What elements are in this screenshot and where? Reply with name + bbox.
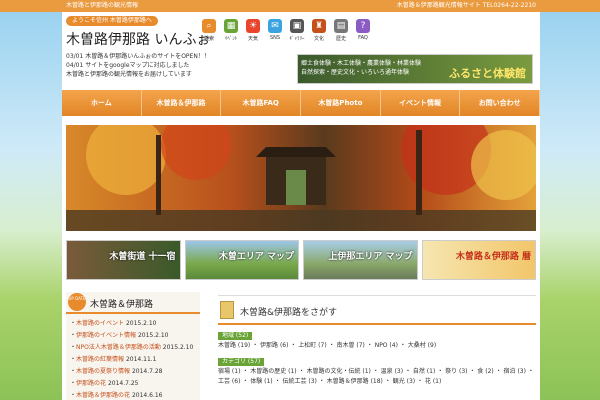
icon-label: 天気 [247,36,258,42]
category-region: 地域 (52) 木曽路 (19) ・ 伊那路 (6) ・ 上松町 (7) ・ 南… [218,331,536,351]
update-link[interactable]: 木曽路＆伊那路の花 [76,392,130,399]
banner-title: ふるさと体験館 [449,67,526,80]
update-sidebar: UP DATE 木曽路＆伊那路 ・木曽路のイベント 2015.2.10 ・伊那路の… [66,292,200,400]
top-bar-left: 木曽路と伊那路の観光情報 [66,2,139,9]
icon-link-4[interactable]: ▣ ｷﾞｬﾗﾘｰ [286,19,308,42]
update-link[interactable]: 木曽路の紅葉情報 [76,356,124,363]
icon-link-0[interactable]: ⌕ 検索 [198,19,220,42]
category-items[interactable]: 宿場 (1) ・ 木曽路の歴史 (1) ・ 木曽路の文化・伝統 (1) ・ 温泉… [218,367,536,387]
site-logo[interactable]: 木曽路伊那路 いんふぉ [66,29,210,49]
icon-label: 検索 [203,36,214,42]
culture-icon: ♜ [312,19,326,33]
map-icon [220,301,234,319]
update-link[interactable]: 木曽路のイベント [76,320,124,327]
update-link[interactable]: 伊那路のイベント情報 [76,332,136,339]
update-date: 2014.11.1 [125,356,157,363]
update-date: 2015.2.10 [137,332,169,339]
search-title: 木曽路&伊那路をさがす [240,308,338,318]
update-item: ・木曽路の夏祭り情報 2014.7.28 [70,368,163,375]
top-bar: 木曽路と伊那路の観光情報 木曽路＆伊那路観光情報サイト TEL0264-22-2… [0,0,600,12]
icon-link-2[interactable]: ☀ 天気 [242,19,264,42]
update-date: 2014.6.16 [131,392,163,399]
update-date: 2014.7.25 [107,380,139,387]
tile-label: 木曽路＆伊那路 暦 [455,252,531,262]
nav-contact[interactable]: お問い合わせ [460,90,541,116]
furusato-banner[interactable]: 郷土食体験・木工体験・農業体験・林業体験 自然探索・歴史文化・いろいろ通年体験 … [297,54,533,84]
icon-link-7[interactable]: ? FAQ [352,19,374,42]
update-date: 2015.2.10 [125,320,157,327]
icon-link-6[interactable]: ▤ 歴史 [330,19,352,42]
category-genre: カテゴリ (57) 宿場 (1) ・ 木曽路の歴史 (1) ・ 木曽路の文化・伝… [218,357,536,387]
update-link[interactable]: 木曽路の夏祭り情報 [76,368,130,375]
tile-kiso-map[interactable]: 木曽エリア マップ [184,240,299,280]
update-item: ・伊那路のイベント情報 2015.2.10 [70,332,169,339]
icon-label: 文化 [313,36,324,42]
category-label[interactable]: カテゴリ (57) [218,358,265,366]
news-item[interactable]: 04/01 サイトをgoogleマップに対応しました [66,61,294,70]
page-container: ようこそ信州 木曽路伊那路へ 木曽路伊那路 いんふぉ ⌕ 検索 ▦ ｲﾍﾞﾝﾄ ☀ 天気 ✉… [62,12,541,400]
icon-label: FAQ [358,35,368,41]
search-section: 木曽路&伊那路をさがす 地域 (52) 木曽路 (19) ・ 伊那路 (6) ・… [218,295,536,400]
top-bar-contact: 木曽路＆伊那路観光情報サイト TEL0264-22-2210 [396,2,536,9]
icon-label: SNS [269,35,281,41]
tile-label: 上伊那エリア マップ [328,252,413,262]
update-list: ・木曽路のイベント 2015.2.10 ・伊那路のイベント情報 2015.2.10… [66,314,200,400]
event-icon: ▦ [224,19,238,33]
update-date: 2014.7.28 [131,368,163,375]
icon-menu: ⌕ 検索 ▦ ｲﾍﾞﾝﾄ ☀ 天気 ✉ SNS ▣ ｷﾞｬﾗﾘｰ ♜ 文化 ▤ 歴史? FAQ [198,19,374,42]
update-item: ・木曽路＆伊那路の花 2014.6.16 [70,392,163,399]
category-label[interactable]: 地域 (52) [218,332,253,340]
gallery-icon: ▣ [290,19,304,33]
search-header: 木曽路&伊那路をさがす [218,295,536,325]
nav-about[interactable]: 木曽路＆伊那路 [142,90,222,116]
tile-kamiina-map[interactable]: 上伊那エリア マップ [303,240,418,280]
nav-event[interactable]: イベント情報 [381,90,461,116]
update-item: ・NPO法人木曽路＆伊那路の活動 2015.2.10 [70,344,194,351]
nav-faq[interactable]: 木曽路FAQ [221,90,302,116]
sidebar-header: UP DATE 木曽路＆伊那路 [66,292,200,314]
icon-link-1[interactable]: ▦ ｲﾍﾞﾝﾄ [220,19,242,42]
update-item: ・木曽路のイベント 2015.2.10 [70,320,157,327]
sidebar-title: 木曽路＆伊那路 [90,300,154,310]
nav-photo[interactable]: 木曽路Photo [301,90,381,116]
news-item[interactable]: 03/01 木曽路＆伊那路いんふぉのサイトをOPEN！！ [66,52,294,61]
feature-tiles: 木曽街道 十一宿 木曽エリア マップ 上伊那エリア マップ 木曽路＆伊那路 暦 [66,240,536,280]
update-date: 2015.2.10 [162,344,194,351]
update-badge: UP DATE [68,293,86,311]
sns-icon: ✉ [268,19,282,33]
tile-kisokaido[interactable]: 木曽街道 十一宿 [66,240,181,280]
update-item: ・伊那路の花 2014.7.25 [70,380,139,387]
main-nav: ホーム 木曽路＆伊那路 木曽路FAQ 木曽路Photo イベント情報 お問い合わ… [62,90,541,116]
tile-label: 木曽エリア マップ [218,252,294,262]
icon-label: ｲﾍﾞﾝﾄ [224,36,238,42]
history-icon: ▤ [334,19,348,33]
icon-label: 歴史 [335,36,346,42]
icon-label: ｷﾞｬﾗﾘｰ [289,36,305,42]
category-items[interactable]: 木曽路 (19) ・ 伊那路 (6) ・ 上松町 (7) ・ 南木曽 (7) ・… [218,341,536,351]
update-item: ・木曽路の紅葉情報 2014.11.1 [70,356,157,363]
update-link[interactable]: NPO法人木曽路＆伊那路の活動 [76,344,161,351]
hero-image [66,125,536,231]
tile-label: 木曽街道 十一宿 [109,252,176,262]
icon-link-3[interactable]: ✉ SNS [264,19,286,42]
icon-link-5[interactable]: ♜ 文化 [308,19,330,42]
tile-calendar[interactable]: 木曽路＆伊那路 暦 [421,240,536,280]
site-tagline: ようこそ信州 木曽路伊那路へ [66,16,158,26]
update-link[interactable]: 伊那路の花 [76,380,106,387]
faq-icon: ? [356,19,370,33]
news-list: 03/01 木曽路＆伊那路いんふぉのサイトをOPEN！！ 04/01 サイトをg… [66,52,294,79]
nav-home[interactable]: ホーム [62,90,142,116]
search-icon: ⌕ [202,19,216,33]
weather-icon: ☀ [246,19,260,33]
news-item[interactable]: 木曽路と伊那路の観光情報をお届けしています [66,70,294,79]
